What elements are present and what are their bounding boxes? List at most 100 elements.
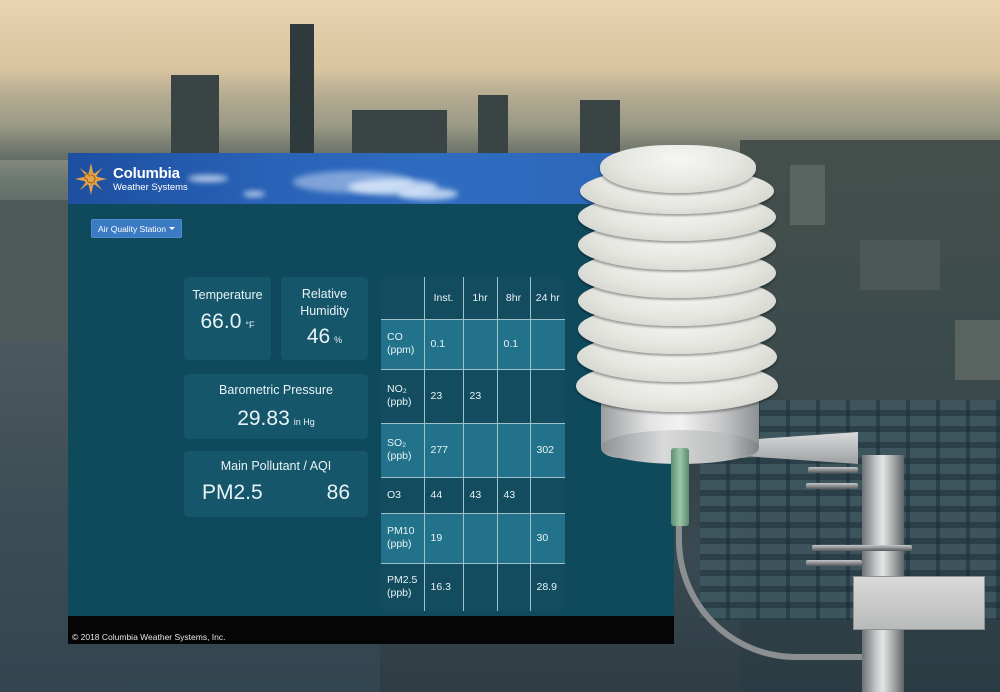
- table-row: PM10 (ppb) 19 30: [381, 512, 565, 564]
- brand-subtitle: Weather Systems: [113, 181, 188, 193]
- temperature-label: Temperature: [192, 288, 263, 302]
- temperature-value: 66.0: [200, 310, 242, 333]
- humidity-card: Relative Humidity 46%: [281, 277, 368, 360]
- value-cell: 30: [529, 512, 565, 564]
- pressure-card: Barometric Pressure 29.83 in Hg: [184, 374, 368, 439]
- pollutant-unit: (ppb): [387, 587, 412, 600]
- pressure-unit: in Hg: [293, 417, 315, 427]
- value-cell: 277: [423, 422, 464, 478]
- table-row: CO (ppm) 0.1 0.1: [381, 318, 565, 370]
- humidity-label-line2: Humidity: [300, 304, 349, 318]
- station-dropdown-label: Air Quality Station: [97, 223, 167, 234]
- building: [171, 75, 219, 155]
- building: [580, 100, 620, 155]
- table-row: O3 44 43 43: [381, 476, 565, 514]
- value-cell: 0.1: [423, 318, 464, 370]
- column-header-1hr: 1hr: [462, 277, 498, 320]
- pollutant-name: NO₂: [387, 383, 407, 395]
- value-cell: [529, 318, 565, 370]
- temperature-card: Temperature 66.0 °F: [184, 277, 271, 360]
- value-cell: 302: [529, 422, 565, 478]
- column-header-24hr: 24 hr: [529, 277, 565, 320]
- bolt: [812, 545, 912, 551]
- temperature-unit: °F: [245, 320, 255, 330]
- value-cell: [529, 368, 565, 424]
- pollutant-unit: (ppb): [387, 538, 412, 550]
- value-cell: [496, 368, 531, 424]
- main-pollutant-label: Main Pollutant / AQI: [220, 459, 332, 473]
- building: [478, 95, 508, 155]
- pollutant-name: SO₂: [387, 437, 407, 449]
- aqi-value: 86: [326, 481, 350, 504]
- pressure-label: Barometric Pressure: [219, 383, 333, 397]
- building: [860, 240, 940, 290]
- pollutant-name: O3: [387, 488, 402, 501]
- table-row: PM2.5 (ppb) 16.3 28.9: [381, 562, 565, 611]
- pollutant-unit: (ppb): [387, 396, 412, 408]
- value-cell: [462, 318, 498, 370]
- pollutant-cell: CO (ppm): [381, 318, 425, 370]
- humidity-value: 46: [306, 325, 331, 348]
- pollutant-cell: SO₂ (ppb): [381, 422, 425, 478]
- value-cell: [462, 562, 498, 611]
- building: [352, 110, 447, 155]
- value-cell: 44: [423, 476, 464, 514]
- value-cell: [462, 512, 498, 564]
- pollutant-unit: (ppb): [387, 450, 412, 462]
- caret-down-icon: [169, 227, 176, 230]
- sun-logo-icon: [75, 163, 107, 195]
- column-header: [381, 277, 425, 320]
- cable-connector: [671, 448, 689, 526]
- value-cell: [496, 512, 531, 564]
- brand-logo[interactable]: Columbia Weather Systems: [75, 163, 188, 195]
- pollutant-cell: O3: [381, 476, 425, 514]
- building: [955, 320, 1000, 380]
- pollutant-name: PM2.5: [387, 574, 418, 587]
- brand-title: Columbia: [113, 164, 180, 182]
- pollutant-cell: PM2.5 (ppb): [381, 562, 425, 611]
- tower-building: [290, 24, 314, 154]
- pollutant-cell: PM10 (ppb): [381, 512, 425, 564]
- value-cell: [496, 422, 531, 478]
- value-cell: 43: [496, 476, 531, 514]
- station-dropdown-button[interactable]: Air Quality Station: [91, 219, 182, 238]
- mounting-pole: [862, 455, 904, 692]
- value-cell: [529, 476, 565, 514]
- dashboard-window: Columbia Weather Systems Air Quality Sta…: [68, 153, 674, 644]
- building: [0, 200, 68, 340]
- bolt: [806, 560, 862, 566]
- humidity-unit: %: [334, 335, 343, 345]
- cloud: [398, 188, 458, 200]
- footer: © 2018 Columbia Weather Systems, Inc.: [68, 616, 674, 644]
- copyright-text: © 2018 Columbia Weather Systems, Inc.: [72, 632, 226, 642]
- shield-top-cap: [600, 145, 756, 193]
- value-cell: [496, 562, 531, 611]
- pollutant-unit: (ppm): [387, 344, 415, 356]
- pollutant-cell: NO₂ (ppb): [381, 368, 425, 424]
- value-cell: [462, 422, 498, 478]
- value-cell: 28.9: [529, 562, 565, 611]
- building: [790, 165, 825, 225]
- junction-box: [853, 576, 985, 630]
- main-pollutant-name: PM2.5: [202, 481, 263, 504]
- cloud: [188, 175, 228, 182]
- bolt: [806, 483, 858, 489]
- humidity-label-line1: Relative: [301, 287, 348, 301]
- value-cell: 0.1: [496, 318, 531, 370]
- cloud: [243, 191, 265, 197]
- air-quality-table: Inst. 1hr 8hr 24 hr CO (ppm) 0.1 0.1 NO₂(…: [381, 277, 565, 611]
- table-row: NO₂ (ppb) 23 23: [381, 368, 565, 424]
- table-header-row: Inst. 1hr 8hr 24 hr: [381, 277, 565, 320]
- table-row: SO₂ (ppb) 277 302: [381, 422, 565, 478]
- value-cell: 16.3: [423, 562, 464, 611]
- pollutant-name: PM10: [387, 525, 415, 537]
- column-header-8hr: 8hr: [496, 277, 531, 320]
- value-cell: 23: [423, 368, 464, 424]
- bolt: [808, 467, 858, 473]
- pollutant-name: CO: [387, 331, 403, 343]
- value-cell: 23: [462, 368, 498, 424]
- main-pollutant-card: Main Pollutant / AQI PM2.5 86: [184, 451, 368, 517]
- column-header-inst: Inst.: [423, 277, 464, 320]
- value-cell: 43: [462, 476, 498, 514]
- pressure-value: 29.83: [237, 407, 290, 430]
